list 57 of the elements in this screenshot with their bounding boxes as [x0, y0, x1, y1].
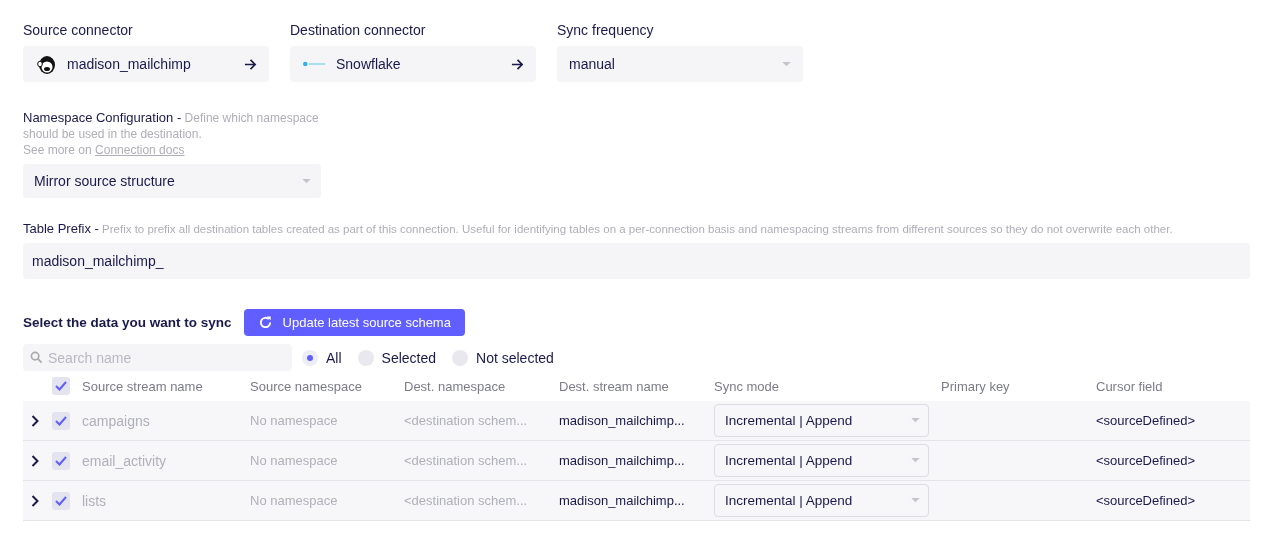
caret-icon — [911, 498, 920, 503]
table-prefix-description: Table Prefix - Prefix to prefix all destination tables created as part of this connection. Useful for identifying tables on a per-connection basis and namespacing streams from different sources so they do not overwrite each other. — [23, 221, 1174, 237]
stream-name: campaigns — [82, 412, 151, 429]
table-cell-text: <sourceDefined> — [1096, 413, 1196, 428]
sync-mode-dropdown[interactable]: Incremental | Append — [714, 444, 929, 477]
table-cell-text: <destination schem... — [404, 493, 529, 508]
table-cell-text: No namespace — [250, 413, 339, 428]
column-header: Source namespace — [250, 378, 363, 394]
namespace-dropdown[interactable]: Mirror source structure — [23, 164, 321, 198]
section-title: Select the data you want to sync — [23, 315, 232, 330]
column-header: Dest. namespace — [404, 378, 507, 394]
column-header: Sync mode — [714, 378, 781, 394]
select-all-checkbox[interactable] — [52, 377, 70, 395]
caret-icon — [911, 458, 920, 463]
table-cell-text: <destination schem... — [404, 453, 529, 468]
filter-radio[interactable]: Selected — [357, 349, 437, 366]
column-header: Primary key — [941, 378, 1011, 394]
table-cell-text: <sourceDefined> — [1096, 453, 1196, 468]
filter-radio[interactable]: All — [302, 349, 342, 366]
field-label: Destination connector — [290, 21, 427, 40]
column-header: Source stream name — [82, 378, 204, 394]
table-cell-text: <sourceDefined> — [1096, 493, 1196, 508]
table-prefix-field[interactable]: madison_mailchimp_ — [23, 243, 1250, 279]
namespace-description: Namespace Configuration - Define which namespace should be used in the destination. See more on Connection docs — [23, 110, 320, 158]
column-header: Dest. stream name — [559, 378, 670, 394]
stream-name: lists — [82, 492, 108, 509]
caret-icon — [302, 178, 311, 184]
table-cell-text: madison_mailchimp... — [559, 453, 686, 468]
arrow-right-icon — [511, 57, 524, 71]
table-cell-text: madison_mailchimp... — [559, 413, 686, 428]
table-cell-text: madison_mailchimp... — [559, 493, 686, 508]
caret-icon — [911, 418, 920, 423]
column-header: Cursor field — [1096, 378, 1164, 394]
arrow-right-icon — [244, 57, 257, 71]
chevron-icon[interactable] — [31, 454, 39, 467]
table-cell-text: No namespace — [250, 453, 339, 468]
row-checkbox[interactable] — [52, 411, 70, 430]
chevron-icon[interactable] — [31, 414, 39, 427]
row-checkbox[interactable] — [52, 491, 70, 510]
connector-link[interactable]: Snowflake — [290, 46, 536, 82]
sync-mode-dropdown[interactable]: Incremental | Append — [714, 404, 929, 437]
update-schema-button[interactable]: Update latest source schema — [243, 309, 465, 336]
table-cell-text: <destination schem... — [404, 413, 529, 428]
refresh-icon — [257, 315, 273, 330]
field-label: Source connector — [23, 21, 134, 40]
sync-mode-dropdown[interactable]: Incremental | Append — [714, 484, 929, 517]
table-cell-text: No namespace — [250, 493, 339, 508]
filter-radio[interactable]: Not selected — [452, 349, 554, 366]
search-field[interactable]: Search name — [23, 344, 292, 371]
stream-name: email_activity — [82, 452, 168, 469]
frequency-dropdown[interactable]: manual — [557, 46, 803, 82]
row-checkbox[interactable] — [52, 451, 70, 470]
connector-link[interactable]: madison_mailchimp — [23, 46, 269, 82]
search-icon — [30, 351, 43, 364]
caret-icon — [782, 61, 791, 67]
field-label: Sync frequency — [557, 21, 655, 40]
chevron-icon[interactable] — [31, 494, 39, 507]
